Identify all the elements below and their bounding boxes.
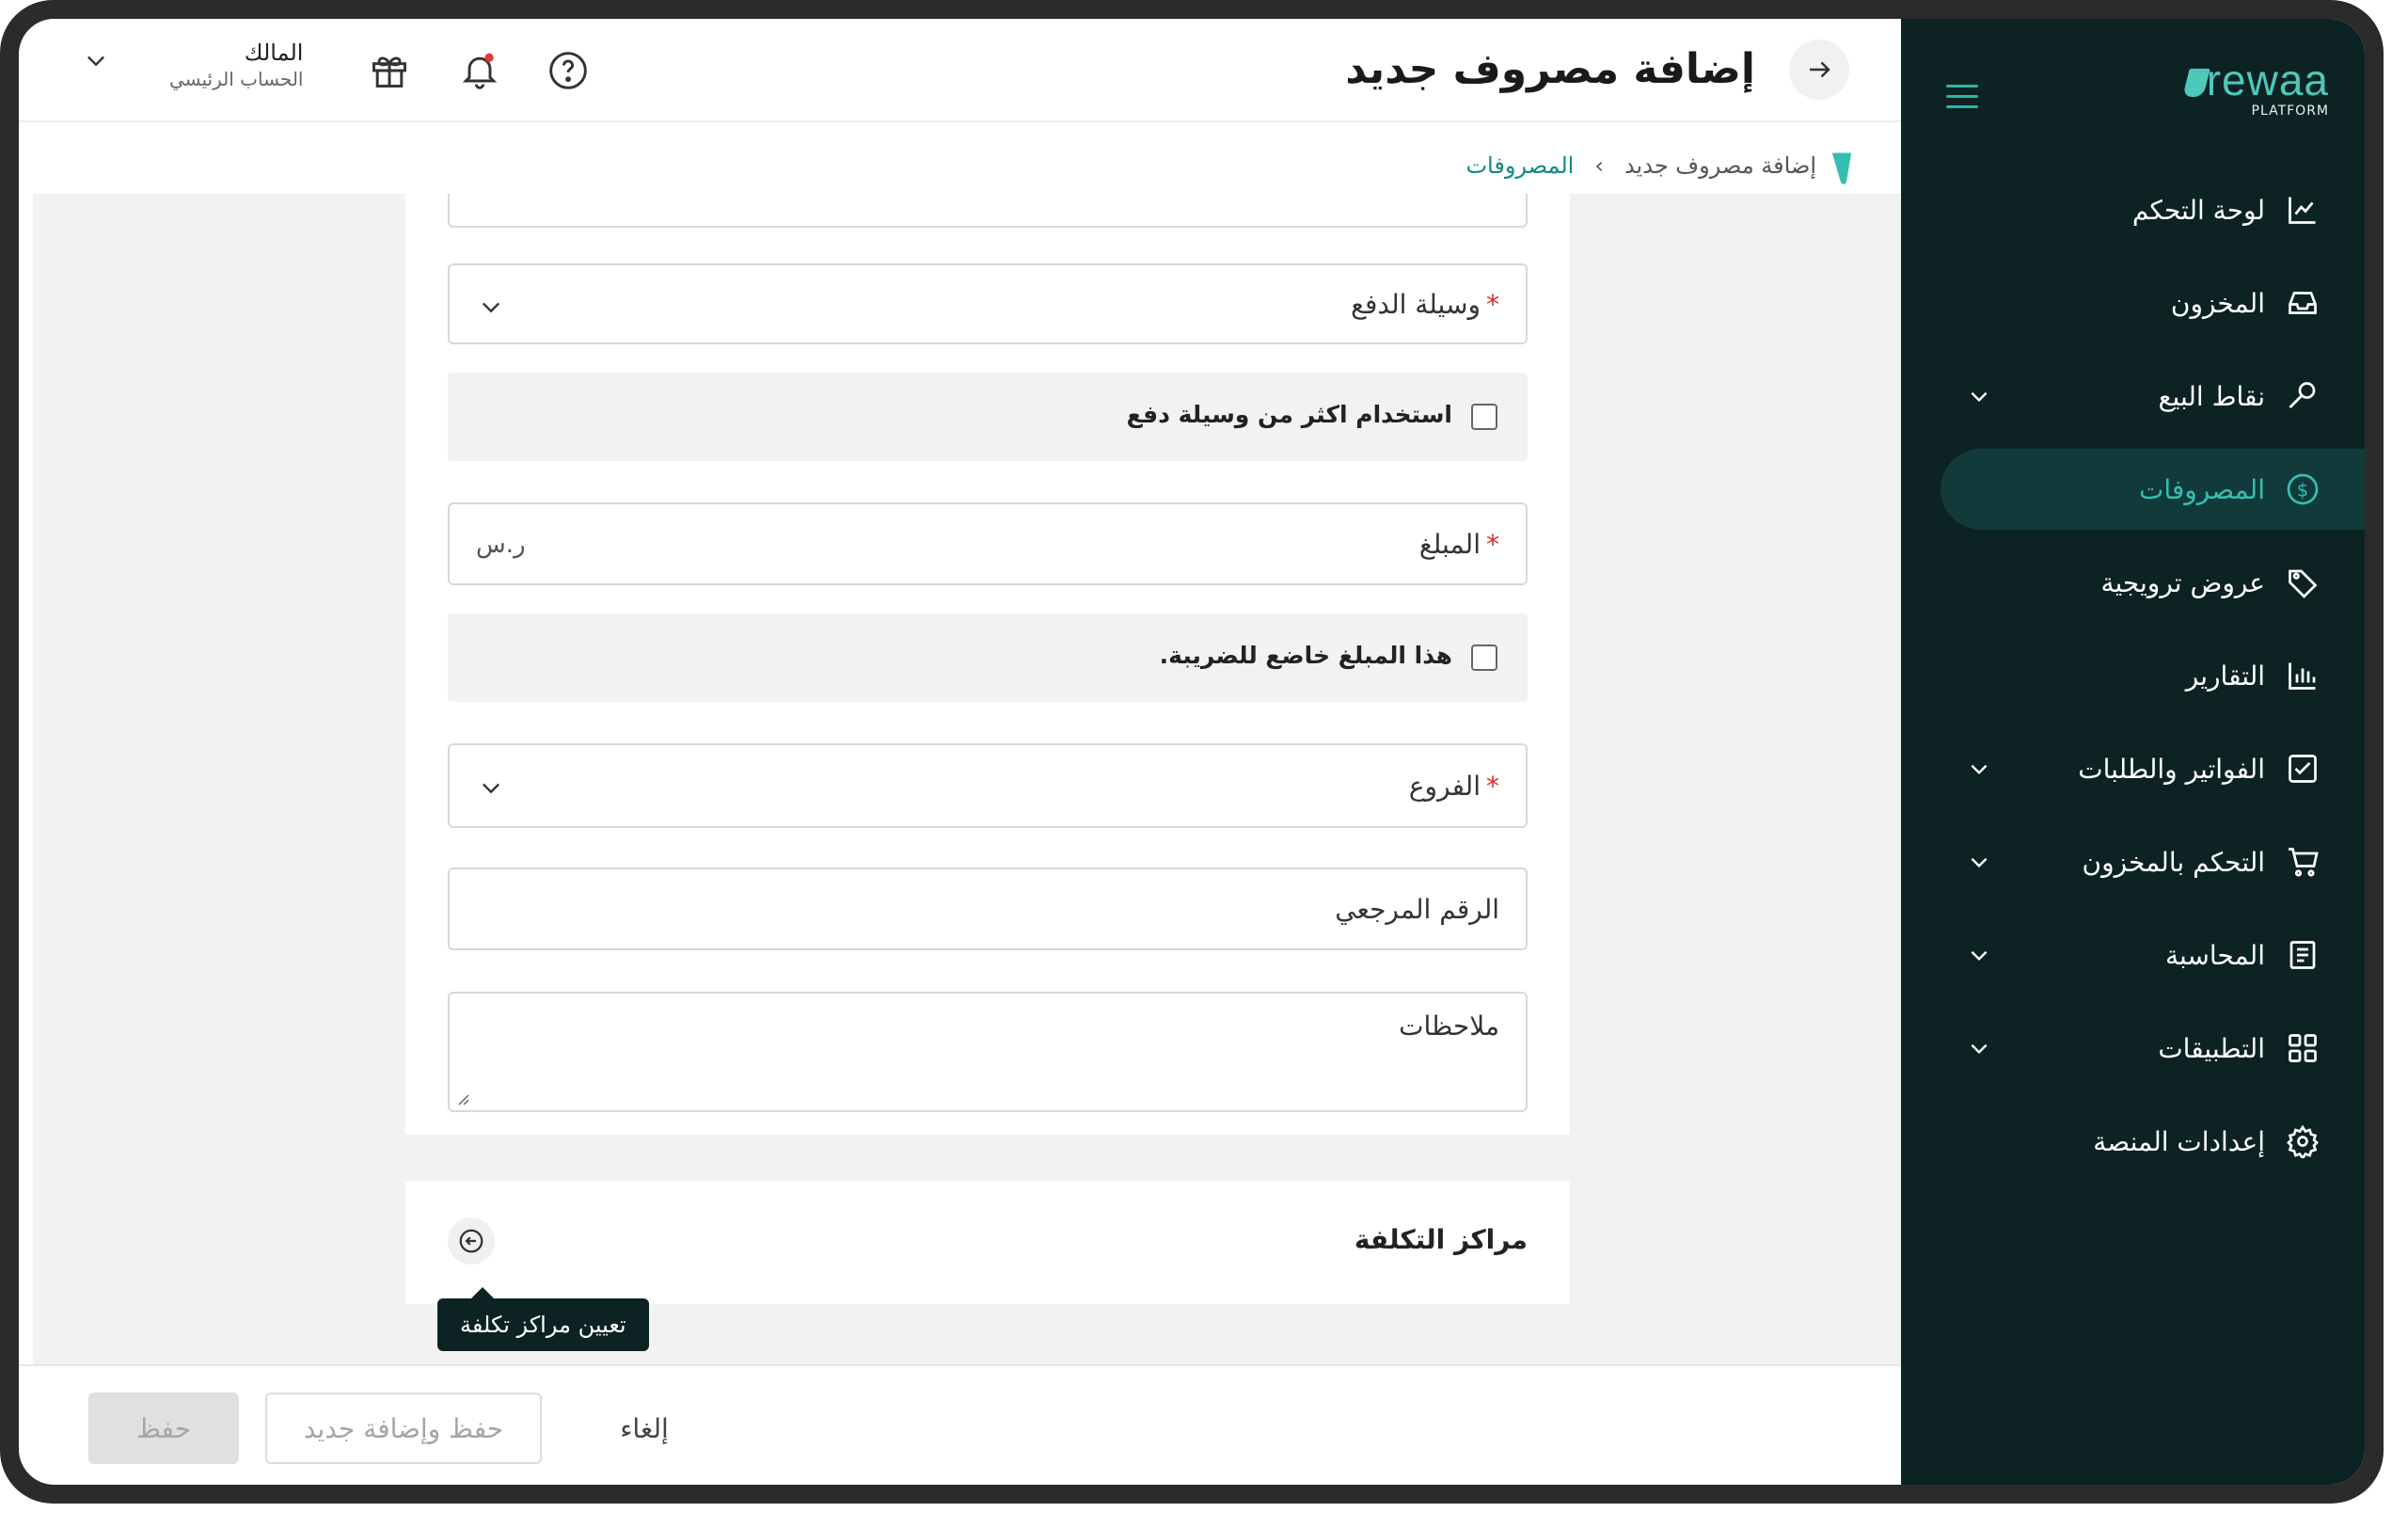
inbox-icon	[2286, 286, 2320, 320]
breadcrumb-separator: ›	[1594, 152, 1604, 179]
multi-payment-row: استخدام اكثر من وسيلة دفع	[448, 373, 1528, 461]
breadcrumb-link-expenses[interactable]: المصروفات	[1465, 152, 1574, 179]
breadcrumb: المصروفات › إضافة مصروف جديد	[1465, 152, 1816, 179]
taxable-row: هذا المبلغ خاضع للضريبة.	[448, 613, 1528, 702]
sidebar-item-stock-control[interactable]: التحكم بالمخزون	[1901, 821, 2365, 902]
expense-form-card: *وسيلة الدفع استخدام اكثر من وسيلة دفع *…	[405, 194, 1570, 1135]
save-button[interactable]: حفظ	[88, 1393, 239, 1464]
taxable-checkbox[interactable]	[1471, 645, 1497, 671]
sidebar-item-reports[interactable]: التقارير	[1901, 635, 2365, 716]
sidebar-item-apps[interactable]: التطبيقات	[1901, 1008, 2365, 1089]
chevron-down-icon[interactable]	[1967, 384, 1991, 408]
user-role: الحساب الرئيسي	[169, 68, 304, 90]
sidebar-item-dashboard[interactable]: لوحة التحكم	[1901, 169, 2365, 250]
payment-method-label: *وسيلة الدفع	[1351, 289, 1499, 320]
grid-icon	[2286, 1031, 2320, 1065]
resize-handle-icon[interactable]	[455, 1091, 470, 1106]
arrow-left-circle-icon	[459, 1229, 483, 1253]
branches-label: *الفروع	[1408, 771, 1499, 802]
sidebar-item-label: المصروفات	[2138, 473, 2265, 505]
breadcrumb-current: إضافة مصروف جديد	[1624, 152, 1816, 179]
chevron-down-icon[interactable]	[1967, 756, 1991, 781]
sidebar-item-invoices[interactable]: الفواتير والطلبات	[1901, 728, 2365, 809]
app-screen: rewaa PLATFORM لوحة التحكم المخزون نقاط …	[19, 19, 2365, 1485]
check-square-icon	[2286, 752, 2320, 786]
currency-suffix: ر.س	[476, 531, 526, 559]
sidebar-item-label: عروض ترويجية	[2100, 566, 2265, 598]
sidebar-item-promotions[interactable]: عروض ترويجية	[1901, 542, 2365, 623]
reference-number-field[interactable]: الرقم المرجعي	[448, 867, 1528, 950]
taxable-label: هذا المبلغ خاضع للضريبة.	[1159, 642, 1452, 669]
menu-toggle-icon[interactable]	[1946, 85, 1978, 111]
sidebar-item-label: التحكم بالمخزون	[2082, 846, 2265, 878]
svg-text:$: $	[2297, 480, 2308, 501]
sidebar-item-label: المحاسبة	[2164, 939, 2265, 971]
notes-label: ملاحظات	[1399, 1011, 1499, 1042]
chevron-down-icon[interactable]	[478, 774, 504, 804]
branches-select[interactable]: *الفروع	[448, 743, 1528, 828]
sidebar-item-label: إعدادات المنصة	[2093, 1125, 2265, 1157]
cart-icon	[2286, 845, 2320, 879]
key-icon	[2286, 379, 2320, 413]
cancel-button[interactable]: إلغاء	[583, 1393, 705, 1464]
dollar-circle-icon: $	[2286, 472, 2320, 506]
sidebar-item-label: نقاط البيع	[2158, 380, 2265, 412]
save-and-new-button[interactable]: حفظ وإضافة جديد	[265, 1393, 542, 1464]
payment-method-select[interactable]: *وسيلة الدفع	[448, 263, 1528, 344]
main-content: *وسيلة الدفع استخدام اكثر من وسيلة دفع *…	[33, 194, 1901, 1364]
form-footer: حفظ حفظ وإضافة جديد إلغاء	[19, 1364, 1901, 1485]
chevron-down-icon[interactable]	[1967, 943, 1991, 967]
user-name: المالك	[244, 40, 304, 66]
notification-bell-icon[interactable]	[459, 50, 500, 91]
logo-wordmark: rewaa	[2206, 56, 2329, 104]
logo-mark-icon	[1831, 152, 1852, 184]
sidebar-item-label: الفواتير والطلبات	[2078, 753, 2265, 785]
reference-label: الرقم المرجعي	[1335, 894, 1499, 925]
gear-icon	[2286, 1124, 2320, 1158]
cost-centers-tooltip: تعيين مراكز تكلفة	[437, 1287, 649, 1351]
chevron-down-icon[interactable]	[1967, 850, 1991, 874]
sidebar-item-platform-settings[interactable]: إعدادات المنصة	[1901, 1101, 2365, 1182]
assign-cost-centers-button[interactable]	[448, 1218, 495, 1265]
sidebar-item-accounting[interactable]: المحاسبة	[1901, 915, 2365, 995]
multi-payment-checkbox[interactable]	[1471, 404, 1497, 430]
multi-payment-label: استخدام اكثر من وسيلة دفع	[1126, 401, 1452, 428]
sidebar-item-pos[interactable]: نقاط البيع	[1901, 356, 2365, 437]
chart-line-icon	[2286, 193, 2320, 227]
sidebar: rewaa PLATFORM لوحة التحكم المخزون نقاط …	[1901, 19, 2365, 1485]
user-menu[interactable]: المالك الحساب الرئيسي	[169, 40, 303, 90]
cost-centers-card: مراكز التكلفة	[405, 1182, 1570, 1304]
book-icon	[2286, 938, 2320, 972]
gift-icon[interactable]	[369, 50, 410, 91]
rewaa-logo[interactable]: rewaa PLATFORM	[2181, 55, 2329, 119]
sidebar-item-inventory[interactable]: المخزون	[1901, 263, 2365, 343]
help-icon[interactable]	[547, 50, 589, 91]
arrow-right-icon	[1810, 61, 1830, 78]
notes-textarea[interactable]: ملاحظات	[448, 992, 1528, 1112]
device-frame: rewaa PLATFORM لوحة التحكم المخزون نقاط …	[0, 0, 2384, 1504]
sidebar-nav: لوحة التحكم المخزون نقاط البيع المصروفات…	[1901, 169, 2365, 1194]
top-header: إضافة مصروف جديد المالك الحساب الرئيسي	[19, 19, 1901, 122]
amount-field[interactable]: *المبلغ ر.س	[448, 502, 1528, 585]
sidebar-item-expenses[interactable]: المصروفات $	[1941, 449, 2365, 530]
sidebar-item-label: التقارير	[2185, 660, 2265, 692]
bar-chart-icon	[2286, 659, 2320, 692]
page-title: إضافة مصروف جديد	[1345, 45, 1755, 93]
logo-subtitle: PLATFORM	[2251, 103, 2329, 119]
back-button[interactable]	[1789, 40, 1849, 100]
date-field[interactable]	[448, 194, 1528, 228]
chevron-down-icon[interactable]	[1967, 1036, 1991, 1060]
chevron-down-icon[interactable]	[478, 294, 504, 324]
sidebar-item-label: المخزون	[2170, 287, 2265, 319]
chevron-down-icon[interactable]	[83, 47, 109, 77]
sidebar-item-label: التطبيقات	[2158, 1032, 2265, 1064]
amount-label: *المبلغ	[1418, 529, 1499, 560]
tag-icon	[2286, 565, 2320, 599]
cost-centers-title: مراكز التكلفة	[1354, 1224, 1528, 1255]
sidebar-item-label: لوحة التحكم	[2131, 194, 2265, 226]
